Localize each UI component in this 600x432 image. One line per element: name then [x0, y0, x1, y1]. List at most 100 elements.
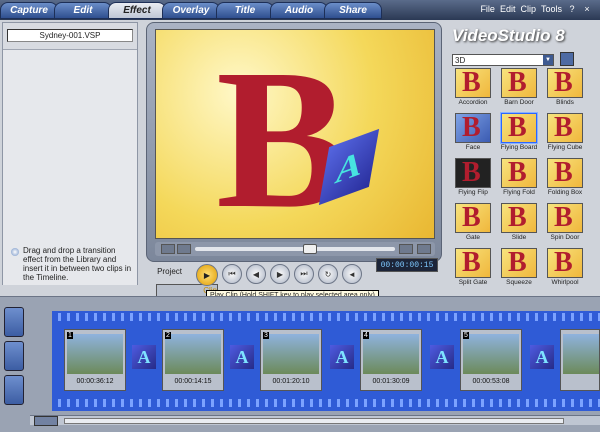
clip-number: 1 [67, 332, 73, 339]
play-icon: ▶ [203, 270, 211, 280]
menu-edit[interactable]: Edit [500, 4, 516, 14]
previous-frame-icon: ◀ [252, 269, 260, 279]
library-item-label: Barn Door [504, 99, 534, 106]
library-item[interactable]: B Split Gate [452, 248, 494, 290]
next-frame-button[interactable]: ▶ [270, 264, 290, 284]
timeline-clip[interactable]: 3 00:01:20:10 [260, 329, 322, 391]
tab-audio[interactable]: Audio [270, 2, 328, 19]
library-item[interactable]: B Accordion [452, 68, 494, 110]
clip-thumbnail [363, 334, 419, 374]
timeline-transition[interactable]: A [132, 345, 156, 369]
tab-edit[interactable]: Edit [54, 2, 112, 19]
repeat-button[interactable]: ↻ [318, 264, 338, 284]
library-item[interactable]: B Face [452, 113, 494, 155]
project-filename: Sydney-001.VSP [7, 29, 133, 42]
home-button[interactable]: ⏮ [222, 264, 242, 284]
thumbnail: B [455, 113, 491, 143]
timeline-clip[interactable]: 2 00:00:14:15 [162, 329, 224, 391]
play-button[interactable]: ▶ [196, 264, 218, 286]
library-item[interactable]: B Whirlpool [544, 248, 586, 290]
top-bar: Capture Edit Effect Overlay Title Audio … [0, 0, 600, 20]
library-item[interactable]: B Gate [452, 203, 494, 245]
library-item[interactable]: B Squeeze [498, 248, 540, 290]
speaker-icon: ◄ [348, 269, 356, 279]
tab-share[interactable]: Share [324, 2, 382, 19]
end-button[interactable]: ⏭ [294, 264, 314, 284]
library-item[interactable]: B Flying Fold [498, 158, 540, 200]
timeline-scrollbar[interactable] [64, 418, 564, 424]
play-mode-project[interactable]: Project [156, 266, 182, 277]
playback-controls: ▶ ⏮ ◀ ▶ ⏭ ↻ ◄ [196, 264, 362, 286]
menu-tools[interactable]: Tools [541, 4, 562, 14]
clip-duration: 00:00:14:15 [174, 378, 212, 385]
thumbnail: B [547, 248, 583, 278]
film-edge-bottom [52, 399, 600, 407]
timeline-transition[interactable]: A [230, 345, 254, 369]
library-item[interactable]: B Blinds [544, 68, 586, 110]
volume-button[interactable]: ◄ [342, 264, 362, 284]
library-item-label: Accordion [458, 99, 488, 106]
repeat-icon: ↻ [324, 269, 332, 279]
library-item-label: Face [465, 144, 481, 151]
timeline-transition[interactable]: A [430, 345, 454, 369]
thumbnail: B [455, 68, 491, 98]
clip-thumbnail [563, 334, 599, 374]
tab-capture[interactable]: Capture [0, 2, 58, 19]
audio-view-button[interactable] [4, 375, 24, 405]
mark-out-button[interactable] [177, 244, 191, 254]
library-item[interactable]: B Barn Door [498, 68, 540, 110]
options-area: Drag and drop a transition effect from t… [3, 49, 137, 285]
scrub-thumb[interactable] [303, 244, 317, 254]
library-item[interactable]: B Flying Board [498, 113, 540, 155]
thumbnail: B [455, 248, 491, 278]
scrub-bar [155, 242, 435, 256]
tab-effect[interactable]: Effect [108, 2, 166, 19]
previous-frame-button[interactable]: ◀ [246, 264, 266, 284]
library-item-label: Folding Box [547, 189, 583, 196]
mark-in-button[interactable] [161, 244, 175, 254]
library-item[interactable]: B Flying Flip [452, 158, 494, 200]
end-icon: ⏭ [300, 269, 308, 278]
close-button[interactable]: × [582, 4, 592, 14]
thumbnail: B [455, 158, 491, 188]
thumbnail: B [547, 203, 583, 233]
enlarge-button[interactable] [417, 244, 431, 254]
timecode[interactable]: 00:00:00:15 [376, 258, 438, 272]
thumbnail: B [547, 113, 583, 143]
thumbnail: B [501, 248, 537, 278]
library-item-label: Slide [511, 234, 527, 241]
menu-file[interactable]: File [480, 4, 495, 14]
timeline-clip[interactable]: 4 00:01:30:09 [360, 329, 422, 391]
timeline-clip[interactable]: 5 00:00:53:08 [460, 329, 522, 391]
menu-clip[interactable]: Clip [520, 4, 536, 14]
clip-duration: 00:00:36:12 [76, 378, 114, 385]
timeline-clip-partial[interactable] [560, 329, 600, 391]
library-item[interactable]: B Spin Door [544, 203, 586, 245]
clip-number: 4 [363, 332, 369, 339]
library-item-label: Gate [465, 234, 481, 241]
tab-title[interactable]: Title [216, 2, 274, 19]
play-mode: Project Clip [156, 266, 218, 346]
thumbnail: B [501, 68, 537, 98]
timeline-view-button[interactable] [4, 341, 24, 371]
scrub-track[interactable] [195, 247, 395, 251]
zoom-control[interactable] [34, 416, 58, 426]
storyboard-view-button[interactable] [4, 307, 24, 337]
cut-button[interactable] [399, 244, 413, 254]
library-manager-icon[interactable] [560, 52, 574, 66]
timeline-transition[interactable]: A [330, 345, 354, 369]
timeline-clip[interactable]: 1 00:00:36:12 [64, 329, 126, 391]
library-item-label: Split Gate [458, 279, 488, 286]
library-item[interactable]: B Flying Cube [544, 113, 586, 155]
help-button[interactable]: ? [567, 4, 577, 14]
tab-overlay[interactable]: Overlay [162, 2, 220, 19]
storyboard-strip: 1 00:00:36:12 A 2 00:00:14:15 A 3 00:01:20:… [52, 311, 600, 411]
library-category-select[interactable]: 3D ▼ [452, 54, 554, 66]
clip-thumbnail [463, 334, 519, 374]
timeline-transition[interactable]: A [530, 345, 554, 369]
thumbnail: B [455, 203, 491, 233]
clip-duration: 00:01:30:09 [372, 378, 410, 385]
library-item[interactable]: B Folding Box [544, 158, 586, 200]
thumbnail: B [501, 113, 537, 143]
library-item[interactable]: B Slide [498, 203, 540, 245]
